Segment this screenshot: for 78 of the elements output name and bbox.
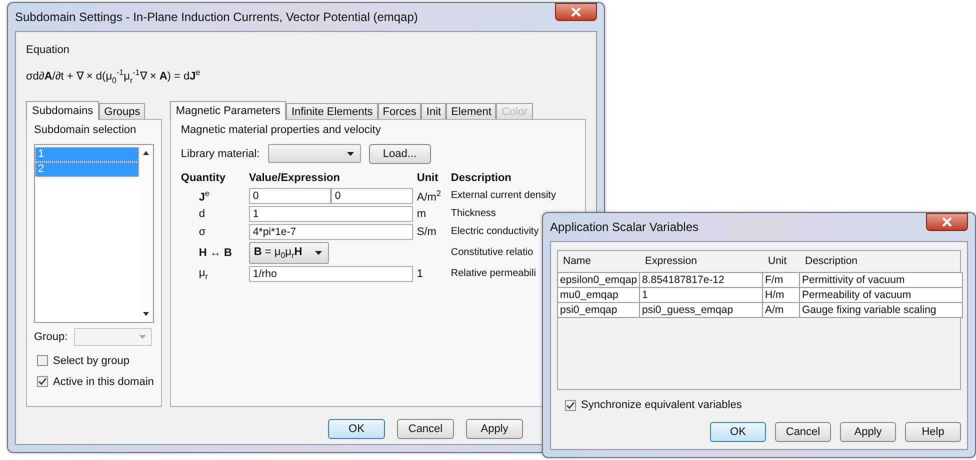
input-field[interactable]: 1/rho — [248, 266, 413, 282]
quantity-symbol: σ — [198, 226, 207, 238]
table-cell: 1 — [639, 287, 763, 303]
load-button[interactable]: Load... — [368, 144, 431, 164]
table-cell: psi0_emqap — [557, 302, 640, 318]
dialog-button[interactable]: Cancel — [397, 418, 454, 439]
column-header: Expression — [644, 255, 698, 269]
checkbox-label: Select by group — [53, 354, 130, 367]
column-header: Description — [804, 255, 859, 269]
section-label: Magnetic material properties and velocity — [180, 124, 382, 136]
table-cell: Permittivity of vacuum — [799, 272, 963, 288]
section-label: Subdomain selection — [34, 124, 138, 136]
dialog-button[interactable]: OK — [328, 418, 385, 439]
column-header: Name — [562, 255, 592, 269]
tab[interactable]: Subdomains — [26, 100, 100, 120]
checkbox[interactable] — [565, 400, 576, 410]
description-text: Thickness — [450, 208, 497, 220]
table-cell: epsilon0_emqap — [557, 272, 640, 288]
tab[interactable]: Forces — [378, 102, 422, 119]
column-header: Value/Expression — [248, 172, 341, 186]
equation-text: σd∂A/∂t + ∇ × d(μ$_{0}$$^{-1}$μ$_{r}$$^{-1}$∇ × A) = dJ$^{e}$ — [26, 68, 202, 85]
table-cell: H/m — [762, 287, 800, 303]
table-cell: F/m — [762, 272, 800, 288]
close-button[interactable] — [555, 3, 597, 21]
field-label: Group: — [34, 330, 68, 343]
input-field[interactable]: 0 — [248, 188, 331, 204]
table-cell: A/m — [762, 302, 800, 318]
caret-icon — [138, 334, 146, 339]
tab[interactable]: Init — [421, 102, 446, 119]
close-button[interactable] — [926, 213, 968, 231]
tab[interactable]: Groups — [99, 102, 146, 119]
dialog-button[interactable]: Help — [905, 422, 961, 442]
scroll-down-icon[interactable] — [142, 312, 149, 316]
quantity-symbol: J$^{e}$ — [198, 188, 210, 204]
table-cell: mu0_emqap — [557, 287, 640, 303]
close-icon — [570, 7, 582, 17]
column-header: Unit — [767, 255, 788, 269]
tab[interactable]: Element — [446, 102, 496, 119]
dialog-button[interactable]: Apply — [840, 422, 896, 442]
column-header: Quantity — [180, 172, 227, 186]
field-label: Library material: — [180, 148, 260, 160]
column-header: Description — [450, 172, 512, 186]
checkbox[interactable] — [37, 355, 48, 366]
window-title: Application Scalar Variables — [550, 220, 699, 234]
table-cell: Permeability of vacuum — [799, 287, 963, 303]
description-text: Relative permeabili — [450, 268, 537, 280]
relation-dropdown[interactable]: B = μ$_{0}$μ$_{r}$H — [248, 242, 329, 264]
input-field[interactable]: 1 — [248, 206, 413, 222]
dialog-button[interactable]: Apply — [466, 418, 523, 439]
quantity-symbol: μ$_{r}$ — [198, 266, 209, 281]
tab[interactable]: Magnetic Parameters — [170, 100, 286, 120]
description-text: External current density — [450, 190, 556, 202]
quantity-symbol: H ↔ B — [198, 246, 233, 259]
tab[interactable]: Infinite Elements — [286, 102, 378, 119]
table-cell: psi0_guess_emqap — [639, 302, 763, 318]
dialog-button[interactable]: Cancel — [775, 422, 831, 442]
input-field[interactable]: 0 — [330, 188, 413, 204]
unit-text: m — [416, 208, 428, 220]
unit-text: 1 — [416, 268, 424, 280]
quantity-symbol: d — [198, 208, 206, 220]
section-label: Equation — [26, 44, 70, 56]
table-cell: Gauge fixing variable scaling — [799, 302, 963, 318]
description-text: Constitutive relatio — [450, 247, 534, 258]
column-header: Unit — [416, 172, 440, 186]
close-icon — [941, 217, 953, 227]
table-cell: 8.854187817e-12 — [639, 272, 763, 288]
checkbox[interactable] — [37, 376, 48, 388]
checkbox-label: Active in this domain — [53, 376, 154, 388]
window-title: Subdomain Settings - In-Plane Induction Currents, Vector Potential (emqap) — [15, 10, 418, 24]
unit-text: S/m — [416, 226, 438, 238]
caret-icon — [314, 250, 322, 255]
caret-icon — [346, 152, 354, 156]
scroll-up-icon[interactable] — [142, 150, 149, 155]
scrollbar[interactable] — [138, 144, 153, 322]
dialog-button[interactable]: OK — [710, 422, 766, 442]
input-field[interactable]: 4*pi*1e-7 — [248, 224, 413, 240]
unit-text: A/m$^{2}$ — [416, 188, 442, 204]
checkbox-label: Synchronize equivalent variables — [581, 399, 742, 411]
